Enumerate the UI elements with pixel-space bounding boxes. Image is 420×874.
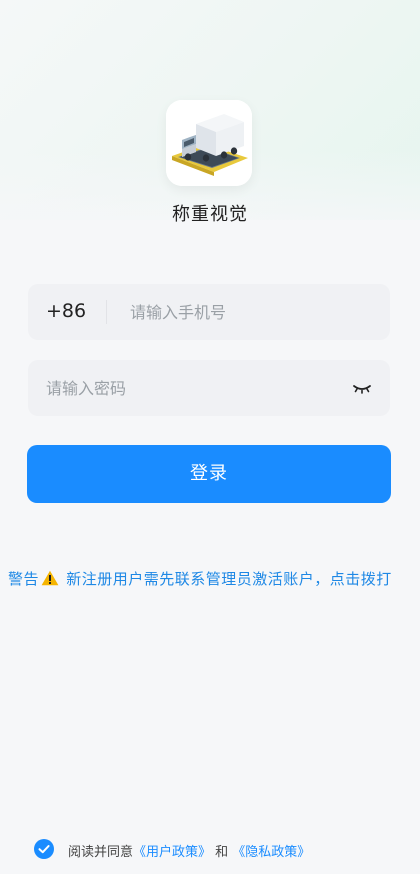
agreement-checkbox[interactable]	[34, 839, 54, 859]
activation-notice[interactable]: 警告 新注册用户需先联系管理员激活账户，点击拨打	[8, 568, 420, 590]
password-input[interactable]	[46, 360, 336, 416]
warning-icon	[41, 570, 59, 590]
user-policy-link[interactable]: 《用户政策》	[133, 845, 211, 860]
agreement-label: 阅读并同意	[68, 845, 134, 860]
phone-input[interactable]	[130, 284, 370, 340]
notice-message: 新注册用户需先联系管理员激活账户，点击拨打	[61, 570, 392, 588]
truck-on-scale-icon	[166, 100, 252, 186]
privacy-policy-link[interactable]: 《隐私政策》	[232, 845, 310, 860]
notice-prefix: 警告	[8, 570, 40, 588]
password-field[interactable]	[28, 360, 390, 416]
country-code-divider	[106, 300, 107, 324]
app-name: 称重视觉	[172, 204, 248, 225]
check-icon	[38, 845, 50, 854]
agreement-text: 阅读并同意《用户政策》 和 《隐私政策》	[68, 841, 310, 860]
phone-field[interactable]: +86	[28, 284, 390, 340]
app-logo	[166, 100, 252, 186]
login-button[interactable]: 登录	[27, 445, 391, 503]
eye-closed-icon[interactable]	[352, 379, 372, 397]
country-code[interactable]: +86	[46, 300, 86, 322]
agreement-and: 和	[211, 845, 233, 860]
